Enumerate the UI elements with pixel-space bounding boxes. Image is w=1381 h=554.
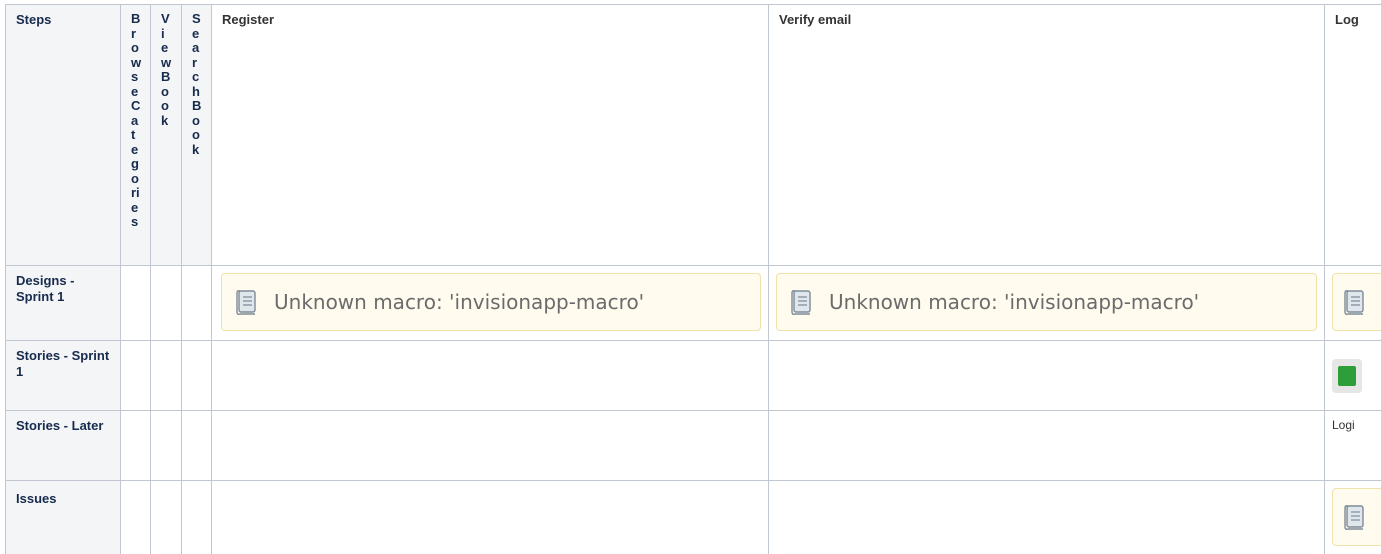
green-square (1338, 366, 1356, 386)
macro-error-text: Unknown macro: 'invisionapp-macro' (829, 290, 1200, 314)
register-header: Register (211, 4, 769, 266)
invision-macro-placeholder[interactable]: Unknown macro: 'invisionapp-macro' (776, 273, 1317, 331)
login-header: Log (1324, 4, 1381, 266)
issues-browse-cell (120, 480, 151, 554)
issues-search-cell (181, 480, 212, 554)
designs-login-cell (1324, 265, 1381, 341)
issues-view-cell (150, 480, 182, 554)
issues-register-cell (211, 480, 769, 554)
stories-later-row: Stories - Later Logi (5, 410, 1381, 481)
stories-register-cell (211, 340, 769, 411)
steps-header: Steps (5, 4, 121, 266)
green-status-icon[interactable] (1332, 359, 1362, 393)
designs-verify-cell: Unknown macro: 'invisionapp-macro' (768, 265, 1325, 341)
stories-login-cell (1324, 340, 1381, 411)
designs-search-cell (181, 265, 212, 341)
later-verify-cell (768, 410, 1325, 481)
issues-login-cell (1324, 480, 1381, 554)
search-book-header: SearchBook (181, 4, 212, 266)
header-row: Steps BrowseCategories ViewBook SearchBo… (5, 4, 1381, 266)
scroll-document-icon (1344, 290, 1364, 315)
designs-row: Designs - Sprint 1 Unknown macro: 'invis… (5, 265, 1381, 341)
verify-email-header: Verify email (768, 4, 1325, 266)
scroll-document-icon (1344, 505, 1364, 530)
designs-browse-cell (120, 265, 151, 341)
invision-macro-placeholder[interactable] (1332, 273, 1381, 331)
issues-row: Issues (5, 480, 1381, 554)
later-login-cell: Logi (1324, 410, 1381, 481)
stories-sprint-1-label: Stories - Sprint 1 (5, 340, 121, 411)
stories-browse-cell (120, 340, 151, 411)
stories-view-cell (150, 340, 182, 411)
stories-later-label: Stories - Later (5, 410, 121, 481)
issues-label: Issues (5, 480, 121, 554)
macro-error-text: Unknown macro: 'invisionapp-macro' (274, 290, 645, 314)
invision-macro-placeholder[interactable]: Unknown macro: 'invisionapp-macro' (221, 273, 761, 331)
later-browse-cell (120, 410, 151, 481)
later-search-cell (181, 410, 212, 481)
browse-categories-header: BrowseCategories (120, 4, 151, 266)
designs-sprint-1-label: Designs - Sprint 1 (5, 265, 121, 341)
invision-macro-placeholder[interactable] (1332, 488, 1381, 546)
stories-verify-cell (768, 340, 1325, 411)
story-map-table: Steps BrowseCategories ViewBook SearchBo… (5, 4, 1381, 554)
login-story-text: Logi (1332, 418, 1355, 432)
designs-view-cell (150, 265, 182, 341)
later-view-cell (150, 410, 182, 481)
issues-verify-cell (768, 480, 1325, 554)
view-book-header: ViewBook (150, 4, 182, 266)
scroll-document-icon (236, 290, 256, 315)
designs-register-cell: Unknown macro: 'invisionapp-macro' (211, 265, 769, 341)
stories-sprint-1-row: Stories - Sprint 1 (5, 340, 1381, 411)
stories-search-cell (181, 340, 212, 411)
later-register-cell (211, 410, 769, 481)
scroll-document-icon (791, 290, 811, 315)
